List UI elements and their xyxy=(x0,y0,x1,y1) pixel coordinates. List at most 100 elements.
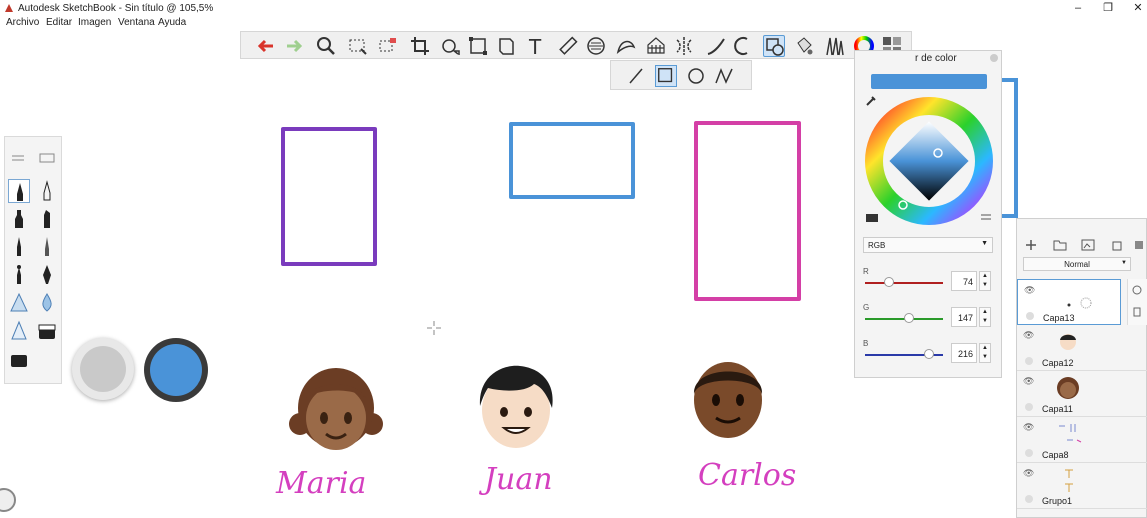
blend-mode-value: Normal xyxy=(1064,260,1090,269)
chisel-brush-icon[interactable] xyxy=(36,207,58,231)
red-value-input[interactable]: 74 xyxy=(951,271,977,291)
menu-editar[interactable]: Editar xyxy=(46,17,72,28)
name-carlos: Carlos xyxy=(698,458,797,493)
green-spinner[interactable]: ▲ ▼ xyxy=(979,307,991,327)
fine-brush-icon[interactable] xyxy=(36,235,58,259)
visibility-eye-icon[interactable]: 👁 xyxy=(1023,376,1034,387)
add-group-icon[interactable] xyxy=(1053,239,1067,251)
blue-spinner[interactable]: ▲ ▼ xyxy=(979,343,991,363)
zoom-icon[interactable] xyxy=(315,35,337,57)
nav-puck-button[interactable] xyxy=(0,488,16,512)
ink-pen-brush-icon[interactable] xyxy=(8,235,30,259)
visibility-eye-icon[interactable]: 👁 xyxy=(1023,422,1034,433)
predictive-stroke-icon[interactable] xyxy=(733,35,755,57)
line-icon[interactable] xyxy=(625,65,647,87)
perspective-icon[interactable] xyxy=(495,35,517,57)
layer-thumbnail xyxy=(1060,334,1076,350)
blend-mode-select[interactable]: Normal ▼ xyxy=(1023,257,1131,271)
layer-row[interactable]: 👁 Capa11 xyxy=(1017,371,1147,417)
brush-palette xyxy=(4,136,62,384)
layer-blend-icon[interactable] xyxy=(1132,285,1142,295)
airbrush-brush-icon[interactable] xyxy=(36,263,58,287)
redo-icon[interactable] xyxy=(283,35,305,57)
undo-icon[interactable] xyxy=(255,35,277,57)
pencil-brush-icon[interactable] xyxy=(8,179,30,203)
perspective-grid-icon[interactable] xyxy=(645,35,667,57)
main-toolbar: T xyxy=(240,31,912,59)
layer-lock-dot[interactable] xyxy=(1025,403,1033,411)
layer-lock-dot[interactable] xyxy=(1025,495,1033,503)
french-curve-icon[interactable] xyxy=(615,35,637,57)
brush-library-icon[interactable] xyxy=(823,35,845,57)
visibility-eye-icon[interactable]: 👁 xyxy=(1024,285,1035,296)
add-layer-icon[interactable] xyxy=(1025,239,1037,251)
color-mode-value: RGB xyxy=(868,241,886,250)
ellipse-guide-icon[interactable] xyxy=(585,35,607,57)
brush-settings-icon[interactable] xyxy=(11,153,25,163)
layer-menu-icon[interactable] xyxy=(1133,239,1145,251)
soft-eraser-icon[interactable] xyxy=(8,347,30,371)
menu-ayuda[interactable]: Ayuda xyxy=(158,17,186,28)
text-icon[interactable]: T xyxy=(525,35,547,59)
red-spinner[interactable]: ▲ ▼ xyxy=(979,271,991,291)
marker-brush-icon[interactable] xyxy=(8,207,30,231)
ellipse-icon[interactable] xyxy=(685,65,707,87)
color-settings-icon[interactable] xyxy=(979,211,993,223)
green-value-input[interactable]: 147 xyxy=(951,307,977,327)
visibility-eye-icon[interactable]: 👁 xyxy=(1023,330,1034,341)
layer-copy-icon[interactable] xyxy=(1132,307,1142,317)
minimize-button[interactable]: – xyxy=(1068,1,1088,15)
layer-lock-dot[interactable] xyxy=(1025,357,1033,365)
ballpoint-brush-icon[interactable] xyxy=(36,179,58,203)
menu-imagen[interactable]: Imagen xyxy=(78,17,111,28)
layer-lock-dot[interactable] xyxy=(1026,312,1034,320)
symmetry-icon[interactable] xyxy=(673,35,695,57)
green-slider-handle[interactable] xyxy=(904,313,914,323)
color-wheel[interactable] xyxy=(863,95,995,227)
blue-slider-handle[interactable] xyxy=(924,349,934,359)
color-mode-select[interactable]: RGB ▼ xyxy=(863,237,993,253)
layer-row[interactable]: 👁 Grupo1 xyxy=(1017,463,1147,509)
layer-thumbnail xyxy=(1067,297,1092,309)
layer-row[interactable]: 👁 Capa12 xyxy=(1017,325,1147,371)
crop-icon[interactable] xyxy=(409,35,431,57)
lasso-select-icon[interactable] xyxy=(377,35,399,57)
layer-row[interactable]: 👁 Capa13 xyxy=(1017,279,1121,325)
red-slider-handle[interactable] xyxy=(884,277,894,287)
blur-brush-icon[interactable] xyxy=(8,319,30,343)
purple-rectangle xyxy=(281,127,377,266)
close-button[interactable]: ✕ xyxy=(1128,1,1147,15)
rectangle-icon[interactable] xyxy=(655,65,677,87)
add-image-icon[interactable] xyxy=(1081,239,1095,251)
stroke-icon[interactable] xyxy=(705,35,727,57)
restore-button[interactable]: ❐ xyxy=(1098,1,1118,15)
menu-archivo[interactable]: Archivo xyxy=(6,17,39,28)
blue-value-input[interactable]: 216 xyxy=(951,343,977,363)
layer-delete-icon[interactable] xyxy=(1111,239,1123,251)
hard-eraser-icon[interactable] xyxy=(36,319,58,343)
transform-icon[interactable] xyxy=(439,35,461,57)
water-brush-icon[interactable] xyxy=(36,291,58,315)
select-icon[interactable] xyxy=(347,35,369,57)
shape-icon[interactable] xyxy=(763,35,785,57)
red-slider-track[interactable] xyxy=(865,282,943,284)
color-swap-icon[interactable] xyxy=(865,211,879,223)
brush-properties-icon[interactable] xyxy=(39,153,55,163)
color-puck[interactable] xyxy=(144,338,208,402)
polyline-icon[interactable] xyxy=(713,65,735,87)
fill-icon[interactable] xyxy=(793,35,815,57)
green-label: G xyxy=(863,303,870,312)
brush-size-puck[interactable] xyxy=(72,338,134,400)
menu-ventana[interactable]: Ventana xyxy=(118,17,155,28)
name-juan: Juan xyxy=(484,462,553,497)
visibility-eye-icon[interactable]: 👁 xyxy=(1023,468,1034,479)
color-editor-panel: r de color RGB ▼ R 74 ▲ ▼ G 147 ▲ ▼ B 216 xyxy=(854,50,1002,378)
layer-row[interactable]: 👁 Capa8 xyxy=(1017,417,1147,463)
layer-lock-dot[interactable] xyxy=(1025,449,1033,457)
distort-icon[interactable] xyxy=(467,35,489,57)
ruler-icon[interactable] xyxy=(557,35,579,57)
paint-brush-icon[interactable] xyxy=(8,263,30,287)
smudge-brush-icon[interactable] xyxy=(8,291,30,315)
panel-close-icon[interactable] xyxy=(989,53,999,63)
name-maria: Maria xyxy=(276,466,367,501)
